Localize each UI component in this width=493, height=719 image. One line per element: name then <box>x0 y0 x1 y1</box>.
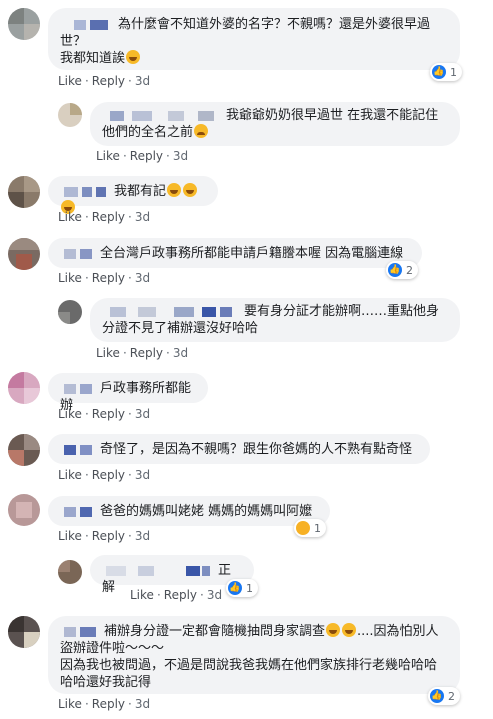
comment-bubble: 補辦身分證一定都會隨機抽問身家調查 ....因為怕別人盜辦證件啦～～～ 因為我也被問… <box>48 616 460 694</box>
comment-text: 全台灣戶政事務所都能申請戶籍謄本喔 因為電腦連線 <box>100 246 404 261</box>
reaction-count[interactable]: 👍 2 <box>386 261 418 279</box>
like-icon: 👍 <box>430 689 444 703</box>
comment-actions: Like · Reply · 3d <box>130 588 223 602</box>
reply-link[interactable]: Reply <box>92 529 125 543</box>
timestamp[interactable]: 3d <box>207 588 222 602</box>
comment-bubble: 要有身分証才能辦啊……重點他身分證不見了補辦還沒好哈哈 <box>90 298 460 342</box>
like-link[interactable]: Like <box>58 407 82 421</box>
like-link[interactable]: Like <box>96 149 120 163</box>
grinning-sweat-emoji <box>126 50 141 64</box>
avatar[interactable] <box>8 176 40 208</box>
commenter-name[interactable] <box>102 305 240 319</box>
like-icon: 👍 <box>228 581 242 595</box>
commenter-name[interactable] <box>60 247 96 261</box>
comment-bubble: 我爺爺奶奶很早過世 在我還不能記住他們的全名之前 <box>90 102 460 146</box>
comment-actions: Like · Reply · 3d <box>58 74 151 88</box>
comment-bubble: 全台灣戶政事務所都能申請戶籍謄本喔 因為電腦連線 <box>48 238 422 268</box>
grinning-sweat-emoji <box>167 183 182 197</box>
timestamp[interactable]: 3d <box>135 468 150 482</box>
comment-actions: Like · Reply · 3d <box>58 271 151 285</box>
reply-link[interactable]: Reply <box>92 468 125 482</box>
avatar[interactable] <box>58 300 82 324</box>
comment-text: 我都有記 <box>114 184 167 199</box>
commenter-name[interactable] <box>60 185 110 199</box>
comment-actions: Like · Reply · 3d <box>96 149 189 163</box>
commenter-name[interactable] <box>60 382 96 396</box>
like-link[interactable]: Like <box>58 74 82 88</box>
avatar[interactable] <box>8 616 40 648</box>
reply-link[interactable]: Reply <box>130 149 163 163</box>
timestamp[interactable]: 3d <box>135 529 150 543</box>
comment-bubble: 為什麼會不知道外婆的名字？不親嗎？還是外婆很早過世？ 我都知道誒 <box>48 8 460 70</box>
commenter-name[interactable] <box>60 18 114 32</box>
comment-actions: Like · Reply · 3d <box>58 697 151 711</box>
reaction-count[interactable]: 1 <box>294 519 326 537</box>
avatar[interactable] <box>58 103 82 127</box>
reaction-count[interactable]: 👍 1 <box>430 63 462 81</box>
reply-link[interactable]: Reply <box>164 588 197 602</box>
sad-emoji <box>194 124 209 138</box>
avatar[interactable] <box>8 238 40 270</box>
timestamp[interactable]: 3d <box>135 697 150 711</box>
timestamp[interactable]: 3d <box>135 74 150 88</box>
comment-actions: Like · Reply · 3d <box>58 407 151 421</box>
timestamp[interactable]: 3d <box>173 346 188 360</box>
reply-link[interactable]: Reply <box>92 697 125 711</box>
avatar[interactable] <box>8 434 40 466</box>
like-link[interactable]: Like <box>96 346 120 360</box>
commenter-name[interactable] <box>102 109 222 123</box>
comment-text: 奇怪了，是因為不親嗎？跟生你爸媽的人不熟有點奇怪 <box>100 442 413 457</box>
reply-link[interactable]: Reply <box>130 346 163 360</box>
like-icon: 👍 <box>388 263 402 277</box>
avatar[interactable] <box>58 560 82 584</box>
commenter-name[interactable] <box>60 443 96 457</box>
comment-actions: Like · Reply · 3d <box>96 346 189 360</box>
like-icon: 👍 <box>432 65 446 79</box>
like-link[interactable]: Like <box>58 529 82 543</box>
haha-icon <box>296 521 310 535</box>
like-link[interactable]: Like <box>58 271 82 285</box>
commenter-name[interactable] <box>60 505 96 519</box>
comment-actions: Like · Reply · 3d <box>58 210 151 224</box>
comment-text-line2: 因為我也被問過，不過是問說我爸我媽在他們家族排行老幾哈哈哈哈哈還好我記得 <box>60 658 438 690</box>
reply-link[interactable]: Reply <box>92 407 125 421</box>
rofl-emoji <box>326 623 341 637</box>
like-link[interactable]: Like <box>58 210 82 224</box>
like-link[interactable]: Like <box>130 588 154 602</box>
like-link[interactable]: Like <box>58 697 82 711</box>
reaction-count[interactable]: 👍 1 <box>226 579 258 597</box>
timestamp[interactable]: 3d <box>173 149 188 163</box>
comment-actions: Like · Reply · 3d <box>58 529 151 543</box>
comment-text: 為什麼會不知道外婆的名字？不親嗎？還是外婆很早過世？ 我都知道誒 <box>60 17 431 66</box>
comment-text: 補辦身分證一定都會隨機抽問身家調查 <box>104 624 326 639</box>
avatar[interactable] <box>8 494 40 526</box>
grinning-sweat-emoji <box>183 183 198 197</box>
timestamp[interactable]: 3d <box>135 210 150 224</box>
commenter-name[interactable] <box>102 564 214 578</box>
avatar[interactable] <box>8 8 40 40</box>
comment-text: 爸爸的媽媽叫姥姥 媽媽的媽媽叫阿嬤 <box>100 504 313 519</box>
reply-link[interactable]: Reply <box>92 74 125 88</box>
commenter-name[interactable] <box>60 625 100 639</box>
comment-bubble: 我都有記 <box>48 176 218 214</box>
rofl-emoji <box>342 623 357 637</box>
reaction-count[interactable]: 👍 2 <box>428 687 460 705</box>
reply-link[interactable]: Reply <box>92 271 125 285</box>
timestamp[interactable]: 3d <box>135 407 150 421</box>
timestamp[interactable]: 3d <box>135 271 150 285</box>
avatar[interactable] <box>8 372 40 404</box>
comment-actions: Like · Reply · 3d <box>58 468 151 482</box>
comment-bubble: 戶政事務所都能辦 <box>48 373 208 413</box>
comment-bubble: 爸爸的媽媽叫姥姥 媽媽的媽媽叫阿嬤 <box>48 496 330 526</box>
comment-bubble: 奇怪了，是因為不親嗎？跟生你爸媽的人不熟有點奇怪 <box>48 434 430 464</box>
like-link[interactable]: Like <box>58 468 82 482</box>
reply-link[interactable]: Reply <box>92 210 125 224</box>
